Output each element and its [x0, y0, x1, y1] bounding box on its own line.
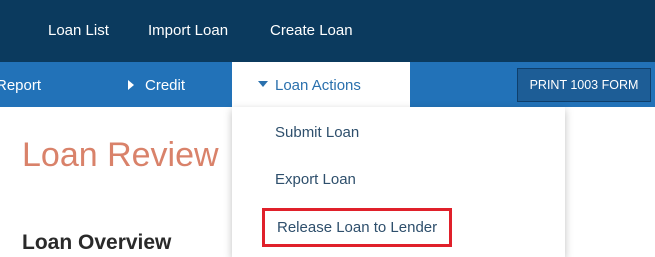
loan-actions-menu-trigger[interactable]: Loan Actions	[258, 77, 361, 94]
menu-item-submit-loan[interactable]: Submit Loan	[275, 124, 359, 141]
tab-loan-list[interactable]: Loan List	[48, 22, 109, 39]
report-menu[interactable]: Report	[0, 77, 41, 94]
menu-item-export-loan[interactable]: Export Loan	[275, 171, 356, 188]
caret-right-icon	[128, 80, 134, 90]
top-navigation-bar: Loan List Import Loan Create Loan	[0, 0, 655, 62]
loan-actions-dropdown: Submit Loan Export Loan Release Loan to …	[232, 107, 565, 257]
loan-actions-menu[interactable]: Loan Actions	[232, 62, 410, 107]
tab-import-loan[interactable]: Import Loan	[148, 22, 228, 39]
credit-menu-label: Credit	[145, 77, 186, 94]
loan-actions-label: Loan Actions	[275, 77, 361, 94]
section-title-loan-overview: Loan Overview	[22, 231, 172, 254]
caret-down-icon	[258, 81, 268, 87]
print-1003-form-button[interactable]: PRINT 1003 FORM	[517, 68, 651, 102]
tab-create-loan[interactable]: Create Loan	[270, 22, 353, 39]
credit-menu[interactable]: Credit	[128, 77, 185, 94]
menu-item-release-loan-to-lender[interactable]: Release Loan to Lender	[262, 208, 452, 247]
page-title: Loan Review	[22, 136, 219, 174]
